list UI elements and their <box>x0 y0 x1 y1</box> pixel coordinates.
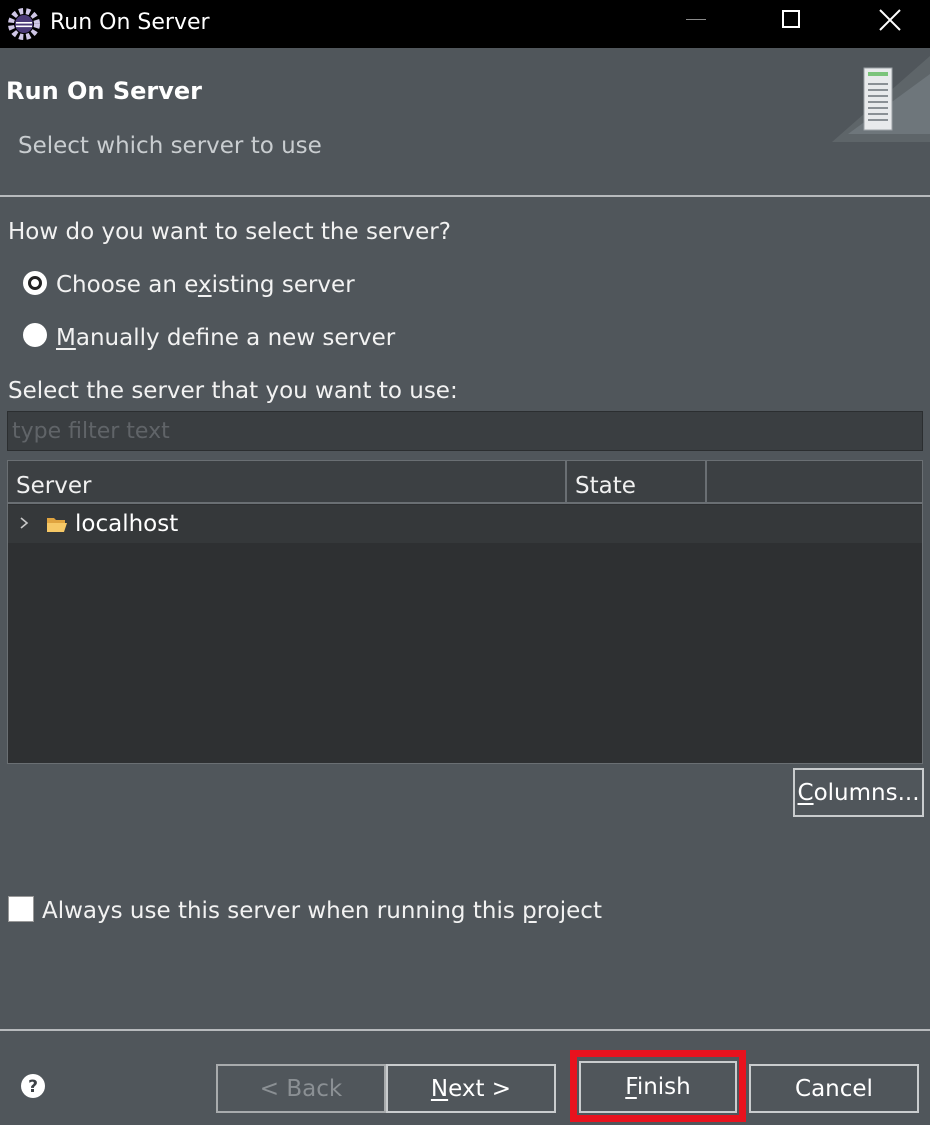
footer-separator <box>0 1029 930 1031</box>
columns-button[interactable]: Columns... <box>793 768 924 817</box>
next-button[interactable]: Next > <box>386 1064 556 1113</box>
window-title: Run On Server <box>50 10 210 35</box>
always-use-label[interactable]: Always use this server when running this… <box>42 896 602 926</box>
close-button[interactable] <box>860 0 920 48</box>
radio-existing-server[interactable] <box>23 271 47 295</box>
radio-manual-label[interactable]: Manually define a new server <box>56 323 395 353</box>
page-title: Run On Server <box>6 77 203 105</box>
wizard-banner <box>0 48 930 195</box>
page-description: Select which server to use <box>18 133 322 159</box>
server-select-prompt: Select the server that you want to use: <box>8 378 458 404</box>
label-part: roject <box>536 898 602 924</box>
eclipse-icon <box>8 8 40 40</box>
mnemonic-letter: x <box>197 272 212 298</box>
minimize-button[interactable] <box>666 0 726 48</box>
svg-text:?: ? <box>28 1077 38 1097</box>
label-part: isting server <box>211 272 355 298</box>
always-use-checkbox[interactable] <box>8 896 34 922</box>
server-table[interactable]: Server State localhost <box>7 460 923 764</box>
column-header-empty[interactable] <box>707 461 922 502</box>
close-icon <box>879 9 901 31</box>
table-row[interactable]: localhost <box>8 505 922 543</box>
mnemonic-letter: N <box>430 1075 449 1102</box>
maximize-button[interactable] <box>761 0 821 48</box>
label-part: Always use this server when running this <box>42 898 523 924</box>
column-header-state[interactable]: State <box>567 461 705 502</box>
button-label: ext > <box>448 1075 512 1102</box>
label-part: anually define a new server <box>75 325 396 351</box>
minimize-icon <box>686 19 706 20</box>
maximize-icon <box>782 10 800 28</box>
mnemonic-letter: p <box>522 898 537 924</box>
cancel-button[interactable]: Cancel <box>749 1064 919 1113</box>
button-label: olumns... <box>813 779 920 806</box>
banner-separator <box>0 195 930 197</box>
radio-selected-dot <box>28 276 42 290</box>
mnemonic-letter: C <box>797 779 814 806</box>
selection-question: How do you want to select the server? <box>8 219 451 245</box>
finish-highlight-box <box>570 1050 746 1122</box>
filter-field[interactable] <box>7 411 923 451</box>
server-icon <box>832 56 930 142</box>
filter-input[interactable] <box>8 412 922 450</box>
back-button[interactable]: < Back <box>216 1064 386 1113</box>
help-icon[interactable]: ? <box>20 1073 46 1099</box>
table-header: Server State <box>8 461 922 504</box>
mnemonic-letter: M <box>56 325 76 351</box>
radio-existing-label[interactable]: Choose an existing server <box>56 270 355 300</box>
server-name: localhost <box>75 511 179 537</box>
folder-icon <box>47 518 67 532</box>
label-part: Choose an e <box>56 272 198 298</box>
column-header-server[interactable]: Server <box>8 461 566 502</box>
radio-manual-server[interactable] <box>23 323 47 347</box>
chevron-right-icon[interactable] <box>17 514 31 532</box>
